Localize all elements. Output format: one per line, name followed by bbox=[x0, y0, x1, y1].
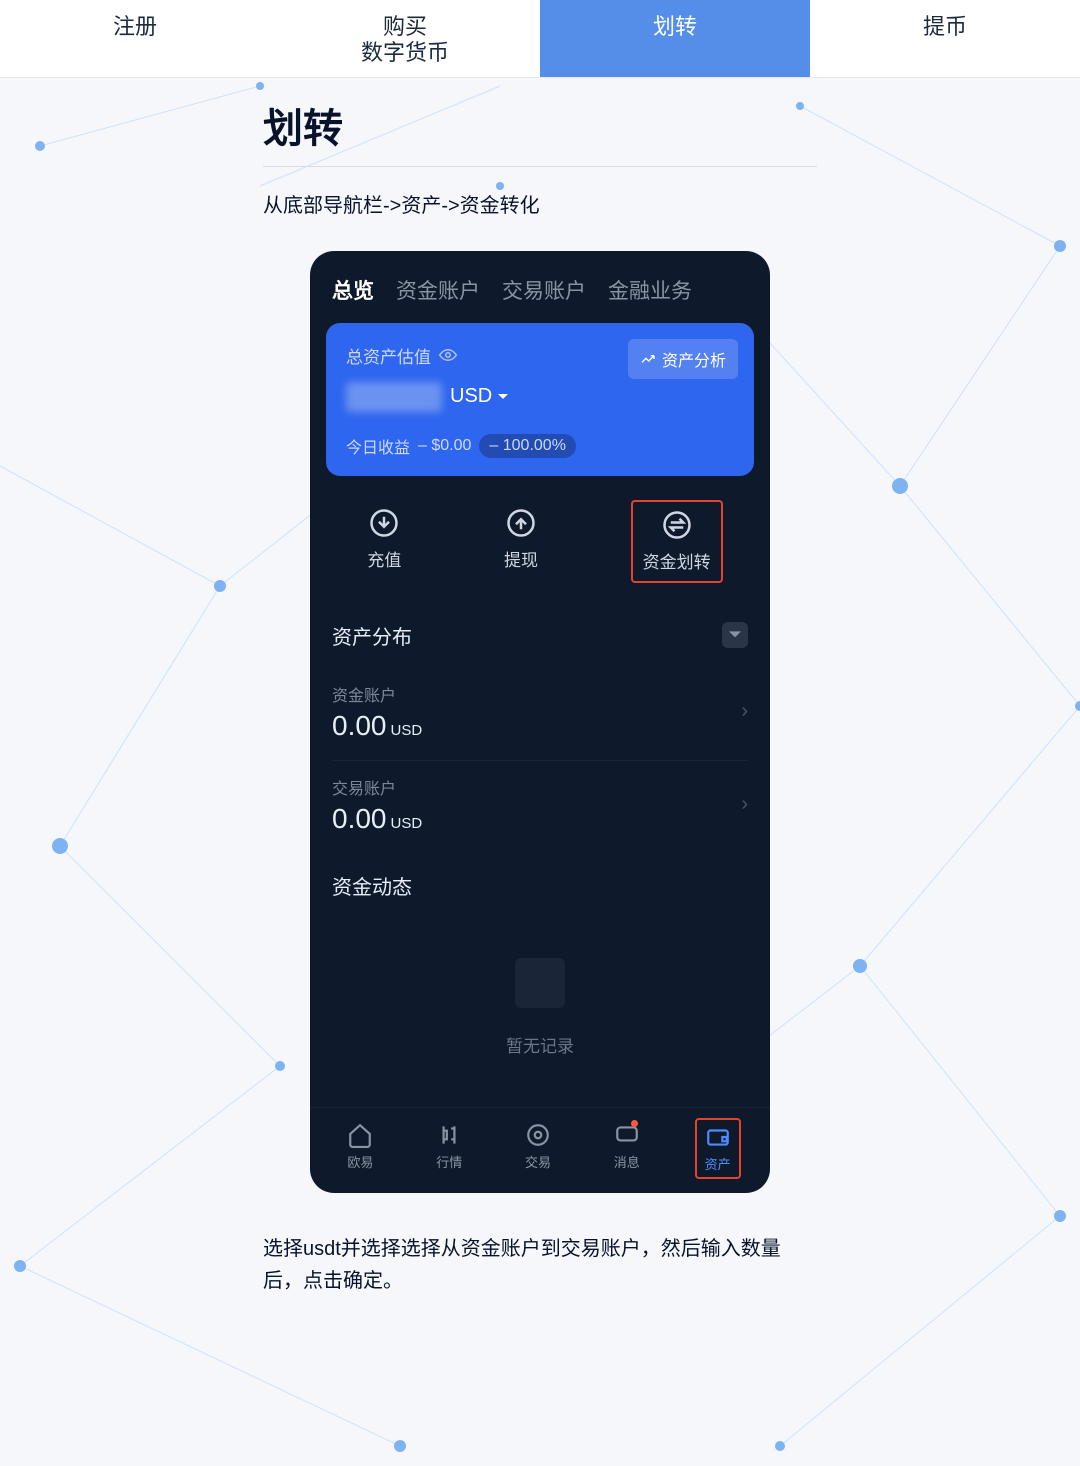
phone-tab-funding[interactable]: 资金账户 bbox=[396, 275, 480, 305]
today-profit-label: 今日收益 bbox=[346, 434, 410, 458]
asset-top-tabs: 总览 资金账户 交易账户 金融业务 bbox=[310, 271, 770, 323]
transfer-icon bbox=[662, 510, 692, 540]
asset-distribution-title: 资产分布 bbox=[332, 621, 412, 650]
home-icon bbox=[347, 1122, 373, 1148]
chevron-right-icon: › bbox=[741, 793, 748, 816]
trade-icon bbox=[525, 1122, 551, 1148]
tab-buy-crypto[interactable]: 购买 数字货币 bbox=[270, 0, 540, 77]
blurred-balance bbox=[346, 382, 442, 412]
divider bbox=[263, 166, 817, 167]
wallet-icon bbox=[705, 1124, 731, 1150]
empty-icon bbox=[515, 958, 565, 1008]
asset-activity-header: 资金动态 bbox=[310, 853, 770, 918]
breadcrumb-description: 从底部导航栏->资产->资金转化 bbox=[263, 191, 817, 221]
quick-actions: 充值 提现 资金划转 bbox=[310, 476, 770, 603]
asset-analysis-button[interactable]: 资产分析 bbox=[628, 339, 738, 379]
eye-icon[interactable] bbox=[439, 346, 457, 364]
total-asset-label: 总资产估值 bbox=[346, 343, 431, 368]
download-icon bbox=[369, 508, 399, 538]
chevron-down-icon bbox=[498, 392, 508, 402]
currency-selector[interactable]: USD bbox=[450, 385, 508, 408]
nav-market[interactable]: 行情 bbox=[428, 1118, 470, 1179]
tab-withdraw[interactable]: 提币 bbox=[810, 0, 1080, 77]
chevron-right-icon: › bbox=[741, 700, 748, 723]
withdraw-button[interactable]: 提现 bbox=[494, 500, 548, 583]
today-profit-value: – $0.00 bbox=[418, 437, 471, 455]
page-title: 划转 bbox=[263, 96, 817, 154]
funding-account-label: 资金账户 bbox=[332, 682, 422, 706]
transfer-button[interactable]: 资金划转 bbox=[631, 500, 723, 583]
asset-summary-card: 总资产估值 资产分析 USD 今日收益 – $0.00 – 100.00% bbox=[326, 323, 754, 476]
tab-register[interactable]: 注册 bbox=[0, 0, 270, 77]
nav-message[interactable]: 消息 bbox=[606, 1118, 648, 1179]
phone-tab-trading[interactable]: 交易账户 bbox=[502, 275, 586, 305]
trading-account-label: 交易账户 bbox=[332, 775, 422, 799]
chevron-down-icon bbox=[729, 629, 741, 641]
asset-distribution-header: 资产分布 bbox=[310, 603, 770, 668]
nav-assets[interactable]: 资产 bbox=[695, 1118, 741, 1179]
trading-account-row[interactable]: 交易账户 0.00USD › bbox=[310, 761, 770, 853]
today-profit-pct: – 100.00% bbox=[479, 434, 576, 458]
tab-transfer[interactable]: 划转 bbox=[540, 0, 810, 77]
funding-account-row[interactable]: 资金账户 0.00USD › bbox=[310, 668, 770, 760]
asset-activity-title: 资金动态 bbox=[332, 871, 412, 900]
nav-trade[interactable]: 交易 bbox=[517, 1118, 559, 1179]
phone-screenshot: 总览 资金账户 交易账户 金融业务 总资产估值 资产分析 USD bbox=[310, 251, 770, 1193]
phone-tab-overview[interactable]: 总览 bbox=[332, 275, 374, 305]
phone-tab-finance[interactable]: 金融业务 bbox=[608, 275, 692, 305]
market-icon bbox=[436, 1122, 462, 1148]
chart-icon bbox=[640, 351, 656, 367]
deposit-button[interactable]: 充值 bbox=[357, 500, 411, 583]
notification-dot bbox=[631, 1120, 638, 1127]
bottom-nav: 欧易 行情 交易 消息 资产 bbox=[310, 1107, 770, 1193]
footer-instruction: 选择usdt并选择选择从资金账户到交易账户，然后输入数量后，点击确定。 bbox=[263, 1233, 817, 1337]
empty-state: 暂无记录 bbox=[310, 918, 770, 1087]
upload-icon bbox=[506, 508, 536, 538]
nav-home[interactable]: 欧易 bbox=[339, 1118, 381, 1179]
top-step-tabs: 注册 购买 数字货币 划转 提币 bbox=[0, 0, 1080, 78]
collapse-toggle[interactable] bbox=[722, 622, 748, 648]
